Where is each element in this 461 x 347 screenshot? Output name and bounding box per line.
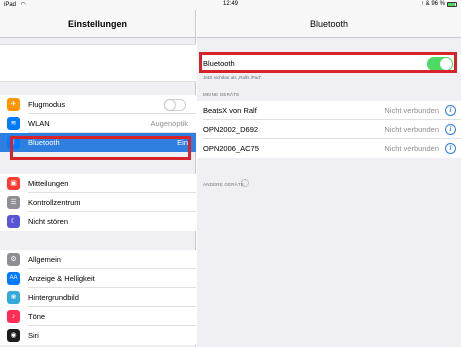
other-devices-header: ANDERE GERÄTE <box>203 182 245 187</box>
detail-title: Bluetooth <box>197 10 461 38</box>
sidebar-item-nicht-stoeren[interactable]: ☾ Nicht stören <box>0 212 196 231</box>
sound-icon: ♪ <box>7 310 20 323</box>
bluetooth-item-highlight <box>10 136 191 160</box>
sidebar-item-label: Flugmodus <box>28 100 66 109</box>
sidebar-item-wlan[interactable]: ≋ WLAN Augenoptik <box>0 114 196 133</box>
sidebar-item-flugmodus[interactable]: ✈ Flugmodus <box>0 95 196 114</box>
device-name: OPN2006_AC75 <box>203 144 259 153</box>
device-name: OPN2002_D692 <box>203 125 259 134</box>
sidebar-item-label: Allgemein <box>28 255 61 264</box>
gear-icon: ⚙ <box>7 253 20 266</box>
device-row[interactable]: OPN2006_AC75 Nicht verbunden i <box>197 139 461 158</box>
sidebar-item-kontrollzentrum[interactable]: ☰ Kontrollzentrum <box>0 193 196 212</box>
visibility-caption: Jetzt sichtbar als „Ralfs iPad“. <box>203 75 263 80</box>
status-indicators: ↑ & 96 % <box>420 1 445 7</box>
device-row[interactable]: OPN2002_D692 Nicht verbunden i <box>197 120 461 139</box>
airplane-mode-toggle[interactable] <box>164 99 186 111</box>
display-icon: AA <box>7 272 20 285</box>
sidebar-item-label: Siri <box>28 331 39 340</box>
bluetooth-toggle-highlight <box>199 52 457 73</box>
sidebar-item-label: WLAN <box>28 119 50 128</box>
siri-icon: ◉ <box>7 329 20 342</box>
info-icon[interactable]: i <box>445 105 456 116</box>
sidebar-item-label: Hintergrundbild <box>28 293 79 302</box>
my-devices-header: MEINE GERÄTE <box>203 92 240 97</box>
sidebar-item-hintergrundbild[interactable]: ❀ Hintergrundbild <box>0 288 196 307</box>
sidebar-item-label: Töne <box>28 312 46 321</box>
moon-icon: ☾ <box>7 215 20 228</box>
sidebar-item-toene[interactable]: ♪ Töne <box>0 307 196 326</box>
info-icon[interactable]: i <box>445 124 456 135</box>
sidebar-item-label: Mitteilungen <box>28 179 69 188</box>
settings-sidebar: Einstellungen ✈ Flugmodus ≋ WLAN Augenop… <box>0 10 196 347</box>
notifications-icon: ▣ <box>7 177 20 190</box>
sidebar-item-label: Kontrollzentrum <box>28 198 81 207</box>
battery-icon <box>447 2 457 7</box>
device-status: Nicht verbunden <box>384 106 439 115</box>
sidebar-item-anzeige[interactable]: AA Anzeige & Helligkeit <box>0 269 196 288</box>
info-icon[interactable]: i <box>445 143 456 154</box>
sidebar-item-label: Nicht stören <box>28 217 69 226</box>
sidebar-item-allgemein[interactable]: ⚙ Allgemein <box>0 250 196 269</box>
sidebar-item-label: Anzeige & Helligkeit <box>28 274 95 283</box>
sidebar-item-mitteilungen[interactable]: ▣ Mitteilungen <box>0 174 196 193</box>
profile-placeholder[interactable] <box>0 44 196 82</box>
sidebar-title: Einstellungen <box>0 10 195 38</box>
wallpaper-icon: ❀ <box>7 291 20 304</box>
device-name: BeatsX von Ralf <box>203 106 257 115</box>
status-bar: iPad ◠ 12:49 ↑ & 96 % <box>0 0 461 10</box>
sidebar-item-siri[interactable]: ◉ Siri <box>0 326 196 345</box>
loading-spinner-icon <box>241 179 249 187</box>
device-status: Nicht verbunden <box>384 125 439 134</box>
device-row[interactable]: BeatsX von Ralf Nicht verbunden i <box>197 101 461 120</box>
control-center-icon: ☰ <box>7 196 20 209</box>
clock: 12:49 <box>222 1 238 7</box>
airplane-icon: ✈ <box>7 98 20 111</box>
wlan-network-value: Augenoptik <box>150 119 188 128</box>
wifi-icon: ≋ <box>7 117 20 130</box>
device-status: Nicht verbunden <box>384 144 439 153</box>
